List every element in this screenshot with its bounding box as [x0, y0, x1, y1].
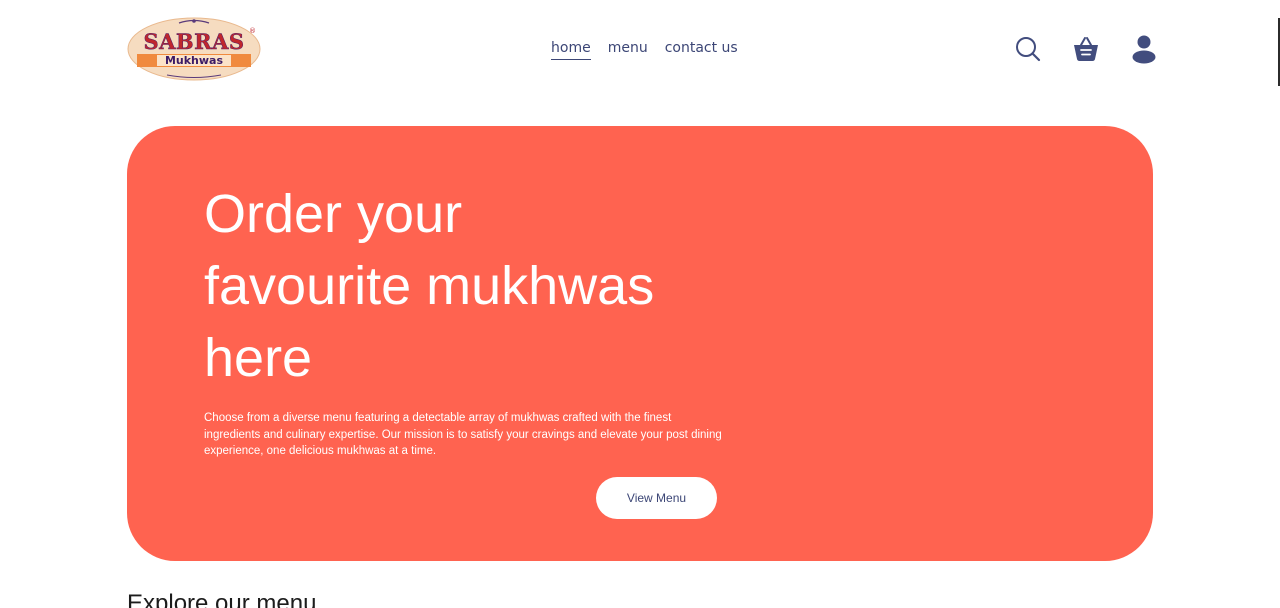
main-nav: home menu contact us	[551, 40, 738, 60]
search-icon	[1016, 37, 1041, 62]
nav-contact-us[interactable]: contact us	[665, 40, 738, 60]
logo-subtext: Mukhwas	[164, 54, 224, 67]
hero-title: Order your favourite mukhwas here	[204, 178, 764, 394]
hero-title-line: here	[204, 328, 313, 388]
nav-menu[interactable]: menu	[608, 40, 648, 60]
brand-logo[interactable]: SABRAS ® Mukhwas	[127, 17, 261, 81]
search-button[interactable]	[1014, 33, 1042, 65]
hero-title-line: favourite mukhwas	[204, 256, 655, 316]
view-menu-button[interactable]: View Menu	[596, 477, 717, 519]
user-icon	[1132, 35, 1156, 64]
account-button[interactable]	[1130, 33, 1158, 65]
explore-menu-heading: Explore our menu	[127, 590, 317, 608]
logo-wordmark: SABRAS	[143, 29, 245, 55]
logo-registered-mark: ®	[249, 27, 256, 35]
basket-icon	[1074, 37, 1098, 61]
page: SABRAS ® Mukhwas home menu contact us Or…	[0, 0, 1280, 608]
cart-button[interactable]	[1072, 33, 1100, 65]
header-icons	[1014, 33, 1158, 65]
nav-home[interactable]: home	[551, 40, 591, 60]
hero-title-line: Order your	[204, 184, 463, 244]
hero-banner: Order your favourite mukhwas here Choose…	[127, 126, 1153, 561]
hero-description: Choose from a diverse menu featuring a d…	[204, 412, 722, 457]
